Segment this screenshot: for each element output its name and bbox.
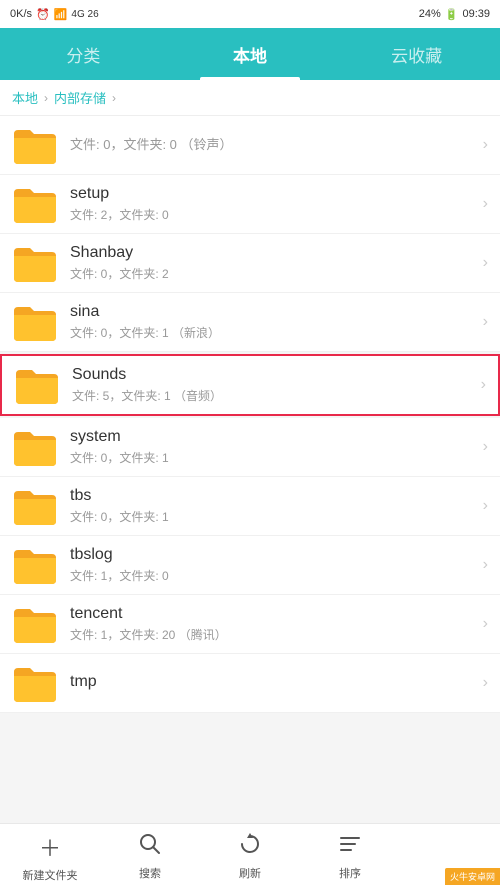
- file-info: 文件: 0，文件夹: 0 （铃声）: [70, 134, 475, 156]
- chevron-icon: ›: [483, 195, 488, 213]
- file-info: Shanbay 文件: 0，文件夹: 2: [70, 244, 475, 282]
- file-meta: 文件: 1，文件夹: 20 （腾讯）: [70, 626, 475, 643]
- top-navigation: 分类 本地 云收藏: [0, 28, 500, 80]
- file-meta: 文件: 0，文件夹: 2: [70, 265, 475, 282]
- signal-icon: 4G 26: [71, 9, 98, 20]
- status-right: 24% 🔋 09:39: [419, 8, 490, 21]
- file-meta: 文件: 0，文件夹: 1: [70, 508, 475, 525]
- breadcrumb: 本地 › 内部存储 ›: [0, 80, 500, 116]
- chevron-icon: ›: [483, 674, 488, 692]
- list-item[interactable]: Shanbay 文件: 0，文件夹: 2 ›: [0, 234, 500, 293]
- bottom-refresh[interactable]: 刷新: [200, 833, 300, 881]
- sort-label: 排序: [339, 865, 361, 881]
- breadcrumb-local[interactable]: 本地: [12, 88, 38, 107]
- file-name: tmp: [70, 673, 475, 691]
- file-info: tmp: [70, 673, 475, 694]
- wifi-icon: 📶: [54, 8, 68, 21]
- watermark-badge: 火牛安卓网: [445, 868, 500, 885]
- folder-icon: [12, 605, 58, 643]
- breadcrumb-sep-2: ›: [112, 91, 116, 105]
- chevron-icon: ›: [483, 254, 488, 272]
- file-name: 文件: 0，文件夹: 0 （铃声）: [70, 134, 475, 153]
- file-info: sina 文件: 0，文件夹: 1 （新浪）: [70, 303, 475, 341]
- file-name: tbslog: [70, 546, 475, 564]
- chevron-icon: ›: [483, 136, 488, 154]
- battery-percent: 24%: [419, 8, 441, 20]
- list-item[interactable]: tencent 文件: 1，文件夹: 20 （腾讯） ›: [0, 595, 500, 654]
- list-item[interactable]: system 文件: 0，文件夹: 1 ›: [0, 418, 500, 477]
- battery-icon: 🔋: [445, 8, 459, 21]
- folder-icon: [12, 126, 58, 164]
- file-name: Sounds: [72, 366, 473, 384]
- list-item-sounds[interactable]: Sounds 文件: 5，文件夹: 1 （音频） ›: [0, 354, 500, 416]
- file-name: tencent: [70, 605, 475, 623]
- chevron-icon: ›: [483, 497, 488, 515]
- tab-cloud[interactable]: 云收藏: [333, 28, 500, 80]
- chevron-icon: ›: [483, 313, 488, 331]
- folder-icon: [12, 546, 58, 584]
- network-speed: 0K/s: [10, 8, 32, 20]
- chevron-icon: ›: [481, 376, 486, 394]
- list-item[interactable]: tbs 文件: 0，文件夹: 1 ›: [0, 477, 500, 536]
- bottom-sort[interactable]: 排序: [300, 833, 400, 881]
- folder-icon: [12, 428, 58, 466]
- file-meta: 文件: 2，文件夹: 0: [70, 206, 475, 223]
- folder-icon: [12, 185, 58, 223]
- file-list: 文件: 0，文件夹: 0 （铃声） › setup 文件: 2，文件夹: 0 ›…: [0, 116, 500, 822]
- file-info: tbs 文件: 0，文件夹: 1: [70, 487, 475, 525]
- file-name: system: [70, 428, 475, 446]
- clock-icon: ⏰: [36, 8, 50, 21]
- file-meta: 文件: 1，文件夹: 0: [70, 567, 475, 584]
- breadcrumb-sep-1: ›: [44, 91, 48, 105]
- folder-icon: [12, 244, 58, 282]
- file-info: tencent 文件: 1，文件夹: 20 （腾讯）: [70, 605, 475, 643]
- bottom-bar: ＋ 新建文件夹 搜索 刷新 排序 火牛安卓: [0, 823, 500, 889]
- tab-classify[interactable]: 分类: [0, 28, 167, 80]
- chevron-icon: ›: [483, 556, 488, 574]
- breadcrumb-internal[interactable]: 内部存储: [54, 88, 106, 107]
- tab-local[interactable]: 本地: [167, 28, 334, 80]
- file-info: tbslog 文件: 1，文件夹: 0: [70, 546, 475, 584]
- folder-icon: [14, 366, 60, 404]
- list-item[interactable]: tbslog 文件: 1，文件夹: 0 ›: [0, 536, 500, 595]
- new-folder-label: 新建文件夹: [23, 867, 78, 883]
- list-item[interactable]: sina 文件: 0，文件夹: 1 （新浪） ›: [0, 293, 500, 352]
- chevron-icon: ›: [483, 438, 488, 456]
- add-icon: ＋: [39, 831, 61, 863]
- refresh-icon: [239, 833, 261, 861]
- list-item[interactable]: tmp ›: [0, 654, 500, 713]
- file-info: system 文件: 0，文件夹: 1: [70, 428, 475, 466]
- file-meta: 文件: 5，文件夹: 1 （音频）: [72, 387, 473, 404]
- folder-icon: [12, 487, 58, 525]
- search-icon: [139, 833, 161, 861]
- file-info: Sounds 文件: 5，文件夹: 1 （音频）: [72, 366, 473, 404]
- folder-icon: [12, 664, 58, 702]
- bottom-search[interactable]: 搜索: [100, 833, 200, 881]
- sort-icon: [339, 833, 361, 861]
- chevron-icon: ›: [483, 615, 488, 633]
- file-meta: 文件: 0，文件夹: 1 （新浪）: [70, 324, 475, 341]
- file-info: setup 文件: 2，文件夹: 0: [70, 185, 475, 223]
- status-left: 0K/s ⏰ 📶 4G 26: [10, 8, 99, 21]
- file-name: sina: [70, 303, 475, 321]
- list-item[interactable]: setup 文件: 2，文件夹: 0 ›: [0, 175, 500, 234]
- file-meta: 文件: 0，文件夹: 1: [70, 449, 475, 466]
- file-name: Shanbay: [70, 244, 475, 262]
- refresh-label: 刷新: [239, 865, 261, 881]
- time-display: 09:39: [462, 8, 490, 20]
- status-bar: 0K/s ⏰ 📶 4G 26 24% 🔋 09:39: [0, 0, 500, 28]
- bottom-new-folder[interactable]: ＋ 新建文件夹: [0, 831, 100, 883]
- list-item[interactable]: 文件: 0，文件夹: 0 （铃声） ›: [0, 116, 500, 175]
- file-name: tbs: [70, 487, 475, 505]
- search-label: 搜索: [139, 865, 161, 881]
- folder-icon: [12, 303, 58, 341]
- file-name: setup: [70, 185, 475, 203]
